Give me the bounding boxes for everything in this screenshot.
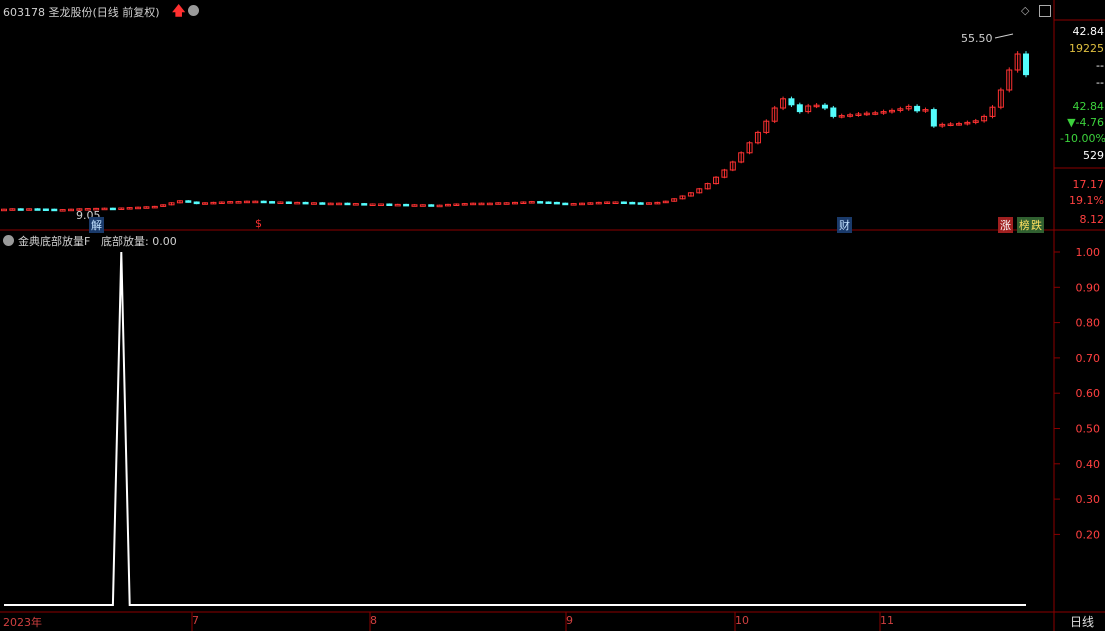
dash-value: -- [1096, 59, 1104, 72]
indicator-value: 底部放量: 0.00 [101, 235, 177, 248]
candle [327, 202, 334, 206]
candle [612, 201, 619, 204]
period-label[interactable]: 日线 [1060, 613, 1104, 630]
candle [294, 201, 301, 205]
axis-label: 8.12 [1079, 213, 1105, 226]
candle [403, 203, 410, 207]
candle [478, 202, 485, 206]
y-tick-label: 0.80 [1076, 317, 1101, 330]
price-now: 42.84 [1072, 100, 1105, 113]
candle [428, 204, 435, 207]
candle [796, 104, 803, 113]
x-axis-label: 10 [735, 614, 749, 627]
candle [545, 201, 552, 204]
y-tick-label: 0.30 [1076, 493, 1101, 506]
indicator-line [4, 251, 1026, 606]
candle [377, 203, 384, 206]
candle [235, 201, 242, 204]
candle [51, 208, 58, 212]
change-pct: -10.00% [1060, 132, 1105, 145]
candle [302, 201, 309, 205]
candle [1023, 53, 1029, 76]
candle [570, 203, 577, 206]
y-tick-label: 0.50 [1076, 423, 1101, 436]
page-title: 603178 圣龙股份(日线 前复权) [3, 6, 160, 19]
candle [553, 201, 560, 205]
candle [788, 98, 795, 106]
high-price-leader [994, 33, 1014, 39]
candle [411, 204, 418, 207]
candle [42, 208, 49, 211]
candle [185, 200, 192, 203]
candle [821, 104, 828, 109]
event-tag-dollar[interactable]: $ [253, 217, 264, 230]
dash-value: -- [1096, 76, 1104, 89]
candle [252, 200, 259, 204]
event-tag-die[interactable]: 跌 [1029, 217, 1044, 233]
x-axis-label: 2023年 [3, 616, 42, 629]
candle [562, 202, 569, 206]
y-tick-label: 0.60 [1076, 387, 1101, 400]
event-tag-zhang[interactable]: 涨 [998, 217, 1013, 233]
candle [336, 202, 343, 206]
candle [361, 203, 368, 206]
axis-label: 17.17 [1072, 178, 1105, 191]
event-tag-cai[interactable]: 财 [837, 217, 852, 233]
candle [34, 208, 41, 211]
candle [637, 202, 644, 205]
candle [310, 202, 317, 205]
axis-label: 19.1% [1069, 194, 1104, 207]
candle [277, 201, 284, 204]
candle [17, 208, 24, 211]
y-tick-label: 0.90 [1076, 281, 1101, 294]
candle [486, 202, 493, 206]
y-tick-label: 0.40 [1076, 458, 1101, 471]
candle [620, 201, 627, 204]
x-axis-label: 11 [880, 614, 894, 627]
chevron-down-icon[interactable] [3, 235, 14, 246]
candle [419, 204, 426, 207]
candle [260, 200, 267, 204]
x-axis-label: 7 [192, 614, 199, 627]
maximize-icon[interactable] [1039, 5, 1051, 17]
candle [1, 208, 7, 212]
chart-canvas[interactable]: 1.00 0.90 0.80 0.70 0.60 0.50 0.40 0.30 0.20 [0, 0, 1105, 631]
candle [394, 203, 401, 207]
count-value: 529 [1083, 149, 1104, 162]
x-axis-label: 8 [370, 614, 377, 627]
candle [369, 203, 376, 206]
candle [109, 207, 116, 211]
y-tick-label: 0.20 [1076, 528, 1101, 541]
candle [830, 107, 837, 117]
candle [386, 203, 393, 206]
candle [503, 202, 510, 205]
candle [269, 201, 276, 204]
up-arrow-icon: 🡅 [172, 4, 186, 19]
indicator-name: 金典底部放量F [18, 235, 91, 248]
y-tick-label: 1.00 [1076, 246, 1101, 259]
candle [59, 209, 66, 212]
y-tick-label: 0.70 [1076, 352, 1101, 365]
volume-value: 19225 [1069, 42, 1104, 55]
candle [436, 204, 443, 208]
x-axis-label: 9 [566, 614, 573, 627]
candle [319, 202, 326, 205]
candle [352, 203, 359, 206]
high-price-label: 55.50 [961, 32, 993, 45]
candle [344, 202, 351, 206]
chevron-down-icon[interactable] [188, 5, 199, 16]
candle [930, 109, 937, 127]
candle [193, 201, 200, 205]
candle [285, 201, 292, 204]
price-top: 42.84 [1072, 25, 1105, 38]
candle [629, 201, 636, 205]
candle [914, 105, 921, 112]
change-value: ▼-4.76 [1067, 116, 1104, 129]
candle [537, 201, 544, 204]
event-tag-jie[interactable]: 解 [89, 217, 104, 233]
diamond-icon[interactable]: ◇ [1021, 4, 1029, 17]
